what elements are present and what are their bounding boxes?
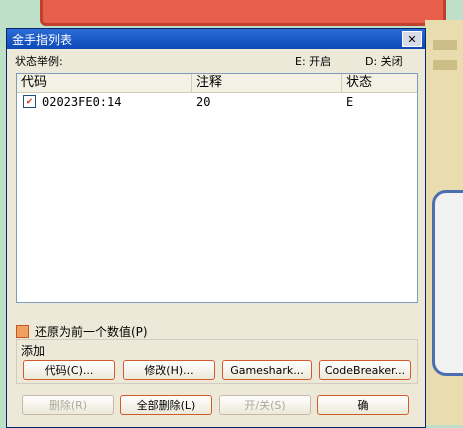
cheat-list-dialog: 金手指列表 ✕ 状态举例: E: 开启 D: 关闭 代码 注释 状态 ✔ 020… bbox=[6, 28, 426, 428]
title-bar: 金手指列表 ✕ bbox=[7, 29, 425, 49]
cheat-list[interactable]: 代码 注释 状态 ✔ 02023FE0:14 20 E bbox=[16, 73, 418, 303]
restore-label: 还原为前一个数值(P) bbox=[35, 325, 148, 339]
row-checkbox[interactable]: ✔ bbox=[23, 95, 36, 108]
close-icon: ✕ bbox=[407, 32, 417, 46]
legend-label: 状态举例: bbox=[15, 55, 63, 68]
note-cell: 20 bbox=[196, 94, 211, 109]
code-value: 02023FE0:14 bbox=[42, 94, 122, 109]
legend-disabled: D: 关闭 bbox=[365, 55, 403, 68]
add-group-label: 添加 bbox=[21, 344, 46, 358]
delete-button[interactable]: 删除(R) bbox=[22, 395, 114, 415]
game-bubble bbox=[432, 190, 463, 376]
codebreaker-button[interactable]: CodeBreaker... bbox=[319, 360, 411, 380]
restore-checkbox[interactable] bbox=[16, 325, 29, 338]
legend-enabled: E: 开启 bbox=[295, 55, 332, 68]
modify-button[interactable]: 修改(H)... bbox=[123, 360, 215, 380]
status-legend: 状态举例: E: 开启 D: 关闭 bbox=[15, 53, 415, 69]
window-title: 金手指列表 bbox=[12, 32, 73, 47]
gameshark-button[interactable]: Gameshark... bbox=[222, 360, 312, 380]
delete-all-button[interactable]: 全部删除(L) bbox=[120, 395, 212, 415]
table-row[interactable]: ✔ 02023FE0:14 20 E bbox=[17, 93, 417, 110]
list-header: 代码 注释 状态 bbox=[17, 74, 417, 93]
column-header-note[interactable]: 注释 bbox=[192, 74, 342, 92]
add-group: 添加 代码(C)... 修改(H)... Gameshark... CodeBr… bbox=[16, 339, 418, 384]
game-banner bbox=[40, 0, 446, 26]
column-header-state[interactable]: 状态 bbox=[342, 74, 417, 92]
column-header-code[interactable]: 代码 bbox=[17, 74, 192, 92]
state-cell: E bbox=[346, 94, 354, 109]
ok-button[interactable]: 确 bbox=[317, 395, 409, 415]
check-icon: ✔ bbox=[26, 95, 33, 107]
add-code-button[interactable]: 代码(C)... bbox=[23, 360, 115, 380]
toggle-button[interactable]: 开/关(S) bbox=[219, 395, 311, 415]
code-cell: ✔ 02023FE0:14 bbox=[17, 95, 192, 109]
restore-option[interactable]: 还原为前一个数值(P) bbox=[16, 323, 148, 340]
close-button[interactable]: ✕ bbox=[402, 31, 422, 47]
